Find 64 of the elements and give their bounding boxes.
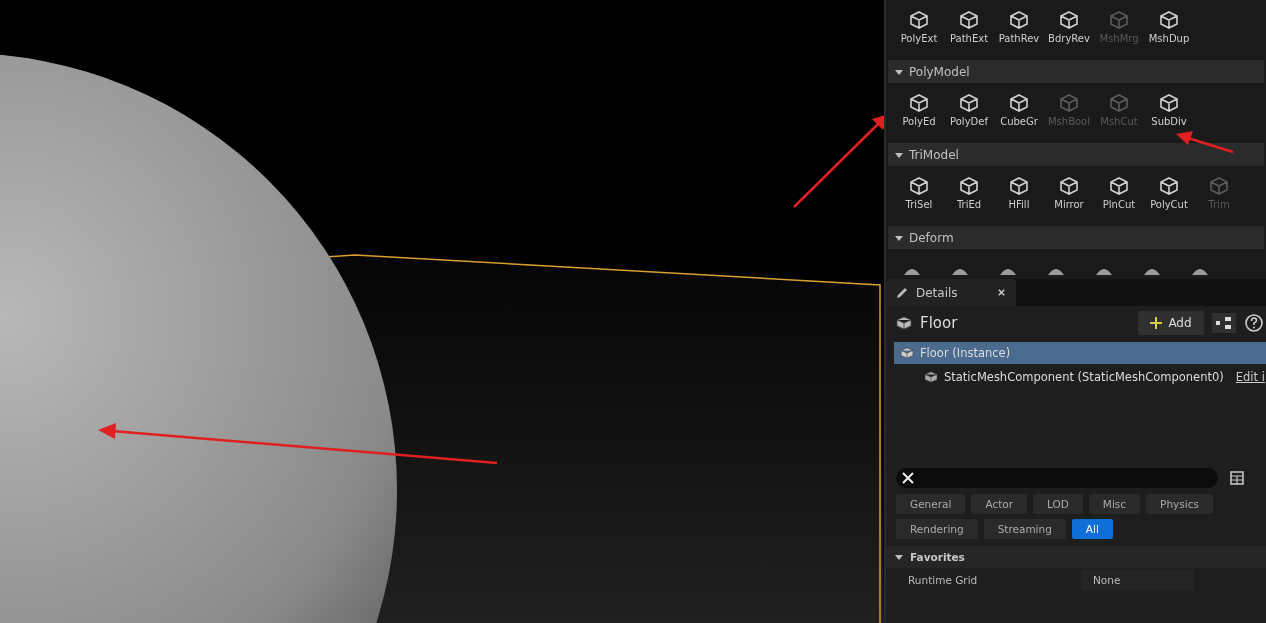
- tool-button[interactable]: Mirror: [1046, 176, 1092, 220]
- tool-button[interactable]: TriSel: [896, 176, 942, 220]
- cube-icon: [1109, 10, 1129, 30]
- add-button[interactable]: Add: [1138, 311, 1204, 335]
- tool-button[interactable]: PolyCut: [1146, 176, 1192, 220]
- filter-button[interactable]: General: [896, 494, 966, 514]
- cube-icon: [959, 93, 979, 113]
- tool-button[interactable]: PathRev: [996, 10, 1042, 54]
- cube-icon: [1059, 176, 1079, 196]
- tool-button[interactable]: CubeGr: [996, 93, 1042, 137]
- cube-icon: [959, 10, 979, 30]
- property-dropdown[interactable]: None: [1081, 570, 1193, 590]
- filter-button[interactable]: Streaming: [983, 519, 1066, 539]
- pencil-icon: [896, 286, 908, 299]
- hierarchy-icon[interactable]: [1212, 313, 1236, 333]
- section-header[interactable]: TriModel: [888, 143, 1264, 166]
- cube-icon: [1009, 93, 1029, 113]
- tool-button[interactable]: PolyEd: [896, 93, 942, 137]
- tree-item[interactable]: StaticMeshComponent (StaticMeshComponent0): [944, 370, 1224, 384]
- cube-icon: [1209, 176, 1229, 196]
- category-header[interactable]: Favorites: [886, 546, 1266, 568]
- tree-item[interactable]: Floor (Instance): [894, 342, 1266, 364]
- section-header[interactable]: Deform: [888, 226, 1264, 249]
- tool-button[interactable]: PlnCut: [1096, 176, 1142, 220]
- property-label: Runtime Grid: [908, 574, 979, 586]
- filter-button[interactable]: Misc: [1088, 494, 1141, 514]
- tool-button[interactable]: MshDup: [1146, 10, 1192, 54]
- filter-button[interactable]: Actor: [971, 494, 1028, 514]
- cube-icon: [1109, 93, 1129, 113]
- tab-label: Details: [916, 285, 959, 300]
- tool-button[interactable]: PolyExt: [896, 10, 942, 54]
- tool-button[interactable]: TriEd: [946, 176, 992, 220]
- cube-icon: [1009, 10, 1029, 30]
- cube-icon: [1159, 93, 1179, 113]
- tool-button[interactable]: PathExt: [946, 10, 992, 54]
- cube-icon: [1059, 93, 1079, 113]
- cube-icon: [1159, 176, 1179, 196]
- filter-button[interactable]: All: [1071, 519, 1113, 539]
- filter-button[interactable]: LOD: [1033, 494, 1083, 514]
- cube-icon: [1059, 10, 1079, 30]
- cube-icon: [909, 10, 929, 30]
- cube-icon: [909, 93, 929, 113]
- details-tab[interactable]: Details: [886, 279, 1016, 306]
- section-header[interactable]: PolyModel: [888, 60, 1264, 83]
- filter-button[interactable]: Physics: [1146, 494, 1213, 514]
- caret-icon: [894, 552, 904, 562]
- cube-icon: [1109, 176, 1129, 196]
- cube-icon: [1009, 176, 1029, 196]
- search-field[interactable]: [896, 468, 1218, 488]
- filter-button[interactable]: Rendering: [896, 519, 978, 539]
- cube-icon: [1159, 10, 1179, 30]
- tool-button[interactable]: HFill: [996, 176, 1042, 220]
- tool-button[interactable]: PolyDef: [946, 93, 992, 137]
- close-icon[interactable]: [997, 288, 1006, 297]
- edit-link[interactable]: Edit i: [1235, 370, 1265, 384]
- actor-name: Floor: [920, 314, 959, 332]
- plus-icon: [1150, 317, 1163, 329]
- table-icon[interactable]: [1230, 471, 1244, 485]
- cube-icon: [909, 176, 929, 196]
- cube-icon: [959, 176, 979, 196]
- tool-button[interactable]: BdryRev: [1046, 10, 1092, 54]
- tool-button[interactable]: SubDiv: [1146, 93, 1192, 137]
- help-icon[interactable]: [1244, 313, 1264, 333]
- annotation-arrow: [1176, 131, 1234, 154]
